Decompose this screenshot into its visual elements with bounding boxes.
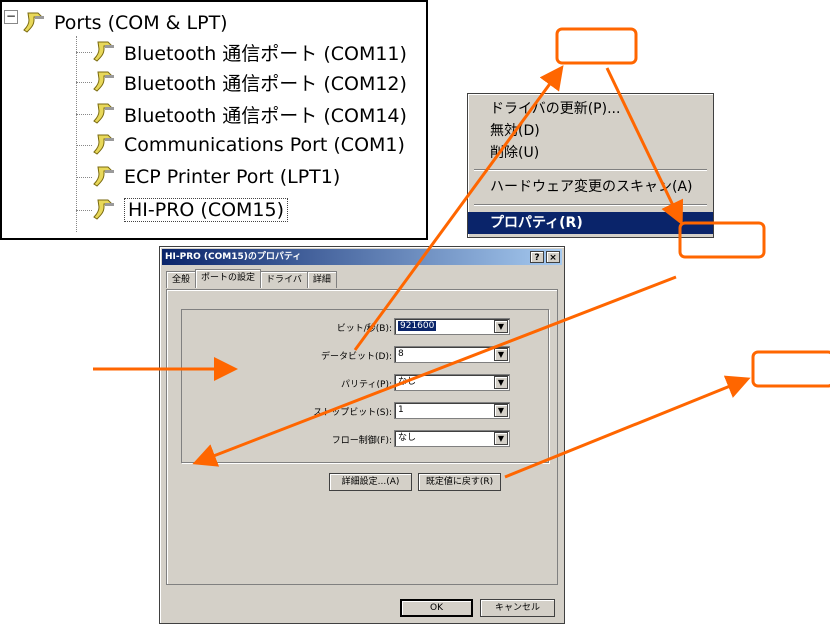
- stop-bits-value: 1: [398, 405, 404, 415]
- tab-panel: ビット/秒(B): 921600 ▼ データビット(D): 8 ▼ パリティ(P…: [166, 289, 558, 585]
- context-menu: ドライバの更新(P)... 無効(D) 削除(U) ハードウェア変更のスキャン(…: [467, 93, 714, 238]
- parity-select[interactable]: なし ▼: [394, 374, 510, 391]
- stop-bits-label: ストップビット(S):: [313, 408, 392, 418]
- field-row-flow-control: フロー制御(F): なし ▼: [182, 430, 550, 450]
- tree-branch: [76, 210, 92, 211]
- advanced-settings-button[interactable]: 詳細設定...(A): [329, 473, 412, 491]
- tree-branch: [76, 82, 92, 83]
- data-bits-value: 8: [398, 349, 404, 359]
- serial-port-icon: [93, 71, 114, 92]
- baud-rate-value: 921600: [398, 321, 437, 331]
- tree-item-lpt1[interactable]: ECP Printer Port (LPT1): [92, 162, 340, 192]
- tree-branch: [76, 114, 92, 115]
- properties-dialog: HI-PRO (COM15)のプロパティ ? × 全般 ポートの設定 ドライバ …: [159, 246, 565, 624]
- dialog-title: HI-PRO (COM15)のプロパティ: [165, 252, 302, 262]
- tab-details[interactable]: 詳細: [306, 271, 337, 288]
- flow-control-value: なし: [398, 433, 417, 443]
- close-icon[interactable]: ×: [546, 251, 560, 263]
- data-bits-select[interactable]: 8 ▼: [394, 346, 510, 363]
- flow-control-select[interactable]: なし ▼: [394, 430, 510, 447]
- dialog-title-bar: HI-PRO (COM15)のプロパティ: [162, 249, 562, 265]
- annotation-box: [751, 350, 830, 388]
- tree-item-com1[interactable]: Communications Port (COM1): [92, 130, 405, 160]
- restore-defaults-button[interactable]: 既定値に戻す(R): [418, 473, 501, 491]
- tree-category-ports[interactable]: Ports (COM & LPT): [22, 8, 228, 38]
- menu-item-update-driver[interactable]: ドライバの更新(P)...: [468, 98, 713, 120]
- tab-port-settings[interactable]: ポートの設定: [195, 269, 262, 288]
- serial-port-icon: [93, 41, 114, 62]
- baud-rate-label: ビット/秒(B):: [336, 324, 392, 334]
- serial-port-icon: [93, 134, 114, 155]
- serial-port-icon: [93, 199, 114, 220]
- serial-port-icon: [23, 12, 44, 33]
- tree-item-com11[interactable]: Bluetooth 通信ポート (COM11): [92, 37, 407, 67]
- dropdown-arrow-icon[interactable]: ▼: [494, 376, 508, 389]
- tree-category-label: Ports (COM & LPT): [54, 12, 228, 34]
- parity-value: なし: [398, 377, 417, 387]
- menu-item-disable[interactable]: 無効(D): [468, 120, 713, 142]
- ok-button[interactable]: OK: [400, 599, 473, 617]
- tree-item-com12[interactable]: Bluetooth 通信ポート (COM12): [92, 67, 407, 97]
- cancel-button[interactable]: キャンセル: [480, 599, 555, 617]
- serial-port-icon: [93, 103, 114, 124]
- tree-item-label: Bluetooth 通信ポート (COM11): [124, 42, 407, 65]
- menu-separator: [474, 169, 707, 171]
- tree-connector-line: [76, 36, 77, 232]
- tab-general[interactable]: 全般: [166, 271, 197, 288]
- baud-rate-select[interactable]: 921600 ▼: [394, 318, 510, 335]
- serial-port-icon: [93, 166, 114, 187]
- tree-item-label: Bluetooth 通信ポート (COM12): [124, 72, 407, 95]
- tree-item-label: Communications Port (COM1): [124, 134, 405, 156]
- tree-branch: [76, 145, 92, 146]
- help-icon[interactable]: ?: [530, 251, 544, 263]
- menu-item-uninstall[interactable]: 削除(U): [468, 142, 713, 164]
- tree-branch: [76, 177, 92, 178]
- field-row-data-bits: データビット(D): 8 ▼: [182, 346, 550, 366]
- collapse-icon[interactable]: −: [4, 10, 18, 24]
- tree-item-label: ECP Printer Port (LPT1): [124, 166, 341, 188]
- field-row-parity: パリティ(P): なし ▼: [182, 374, 550, 394]
- field-row-stop-bits: ストップビット(S): 1 ▼: [182, 402, 550, 422]
- tab-driver[interactable]: ドライバ: [260, 271, 308, 288]
- menu-item-properties[interactable]: プロパティ(R): [468, 212, 713, 234]
- data-bits-label: データビット(D):: [321, 352, 392, 362]
- dropdown-arrow-icon[interactable]: ▼: [494, 320, 508, 333]
- port-settings-group: ビット/秒(B): 921600 ▼ データビット(D): 8 ▼ パリティ(P…: [181, 309, 549, 463]
- tree-item-hi-pro[interactable]: HI-PRO (COM15): [92, 195, 289, 225]
- menu-item-scan-hardware[interactable]: ハードウェア変更のスキャン(A): [468, 176, 713, 198]
- annotation-box: [555, 27, 638, 65]
- menu-separator: [474, 204, 707, 206]
- tab-strip: 全般 ポートの設定 ドライバ 詳細: [166, 269, 337, 289]
- parity-label: パリティ(P):: [341, 380, 392, 390]
- dropdown-arrow-icon[interactable]: ▼: [494, 348, 508, 361]
- tree-item-label: HI-PRO (COM15): [124, 198, 289, 222]
- field-row-baud: ビット/秒(B): 921600 ▼: [182, 318, 550, 338]
- device-tree-panel: − Ports (COM & LPT) Bluetooth 通信ポート (COM…: [0, 0, 428, 240]
- stop-bits-select[interactable]: 1 ▼: [394, 402, 510, 419]
- tree-item-label: Bluetooth 通信ポート (COM14): [124, 104, 407, 127]
- tree-item-com14[interactable]: Bluetooth 通信ポート (COM14): [92, 99, 407, 129]
- dropdown-arrow-icon[interactable]: ▼: [494, 404, 508, 417]
- tree-branch: [76, 52, 92, 53]
- dropdown-arrow-icon[interactable]: ▼: [494, 432, 508, 445]
- flow-control-label: フロー制御(F):: [331, 436, 392, 446]
